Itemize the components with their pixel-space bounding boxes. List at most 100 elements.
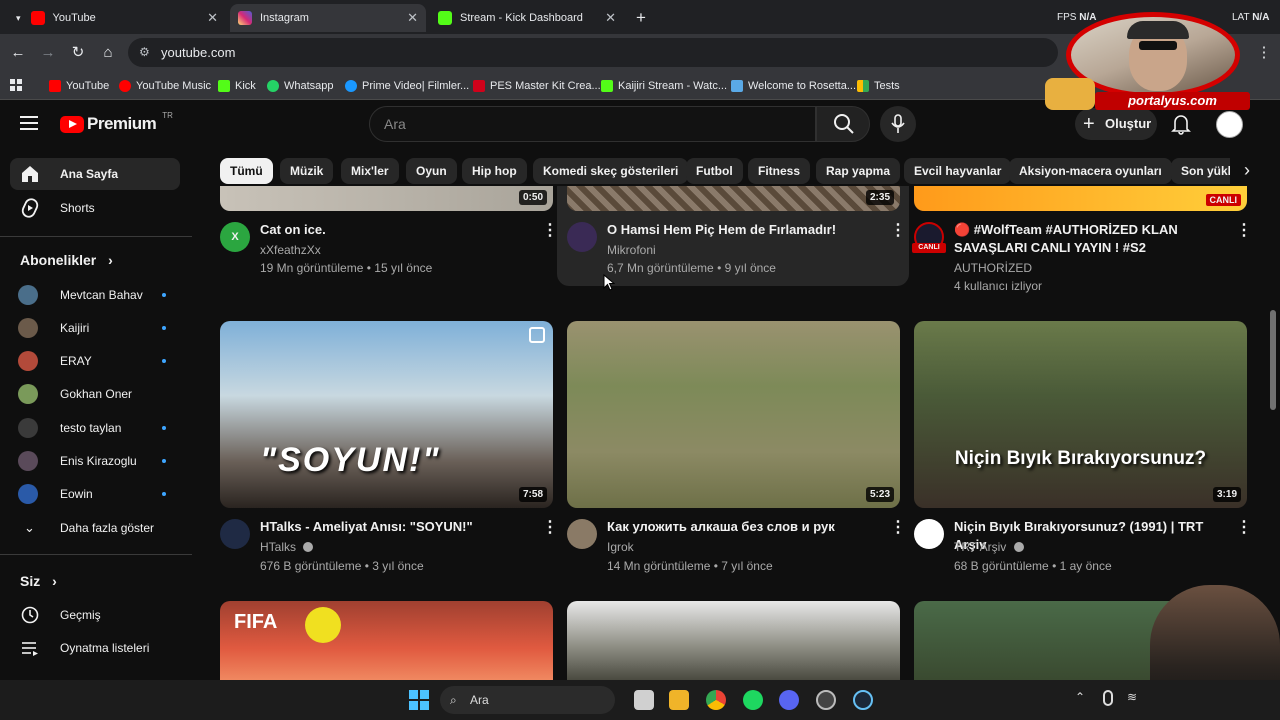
back-arrow-icon[interactable]: ← (8, 43, 28, 63)
bookmark-youtube-music[interactable]: YouTube Music (119, 77, 211, 95)
chip-gaming[interactable]: Oyun (406, 158, 457, 184)
video-title[interactable]: HTalks - Ameliyat Anısı: "SOYUN!" (260, 518, 530, 536)
spotify-icon[interactable] (743, 690, 763, 710)
close-tab-icon[interactable]: ✕ (407, 10, 418, 26)
tab-instagram[interactable]: Instagram ✕ (230, 4, 426, 32)
channel-name-verified[interactable]: TRT Arşiv (954, 540, 1024, 554)
sidebar-item-history[interactable]: Geçmiş (10, 599, 180, 631)
chip-mixes[interactable]: Mix'ler (341, 158, 399, 184)
video-thumbnail[interactable]: 5:23 (567, 321, 900, 508)
bookmark-kick[interactable]: Kick (218, 77, 256, 95)
taskbar-search[interactable]: ⌕ Ara (440, 686, 615, 714)
task-view-icon[interactable] (634, 690, 654, 710)
channel-avatar[interactable] (220, 519, 250, 549)
windows-start-icon[interactable] (409, 690, 429, 710)
new-tab-plus-icon[interactable]: + (630, 7, 652, 29)
video-thumbnail[interactable] (567, 601, 900, 680)
chip-fitness[interactable]: Fitness (748, 158, 811, 184)
tray-chevron-up-icon[interactable]: ⌃ (1075, 690, 1085, 704)
sidebar-sub-eray[interactable]: ERAY (10, 345, 180, 377)
bookmark-pes-master[interactable]: PES Master Kit Crea... (473, 77, 601, 95)
close-tab-icon[interactable]: ✕ (605, 10, 616, 26)
bookmark-youtube[interactable]: YouTube (49, 77, 109, 95)
video-thumbnail[interactable]: 2:35 (567, 186, 900, 211)
chips-next-chevron-icon[interactable]: › (1230, 158, 1264, 184)
you-header[interactable]: Siz › (20, 573, 57, 589)
microphone-tray-icon[interactable] (1103, 690, 1113, 706)
channel-name[interactable]: Mikrofoni (607, 243, 656, 257)
channel-avatar[interactable] (567, 222, 597, 252)
channel-avatar-live[interactable]: CANLI (912, 222, 946, 253)
discord-icon[interactable] (779, 690, 799, 710)
video-more-options-icon[interactable]: ⋮ (1236, 223, 1252, 239)
file-explorer-icon[interactable] (669, 690, 689, 710)
subscriptions-header[interactable]: Abonelikler › (20, 252, 113, 268)
channel-name-verified[interactable]: HTalks (260, 540, 314, 554)
chip-football[interactable]: Futbol (686, 158, 743, 184)
sidebar-sub-testo-taylan[interactable]: testo taylan (10, 412, 180, 444)
steam-icon[interactable] (853, 690, 873, 710)
channel-avatar[interactable] (567, 519, 597, 549)
video-more-options-icon[interactable]: ⋮ (1236, 520, 1252, 536)
chip-all[interactable]: Tümü (220, 158, 273, 184)
sidebar-sub-kaijiri[interactable]: Kaijiri (10, 312, 180, 344)
video-more-options-icon[interactable]: ⋮ (542, 223, 558, 239)
sidebar-sub-mevtcan-bahav[interactable]: Mevtcan Bahav (10, 279, 180, 311)
sidebar-item-shorts[interactable]: Shorts (10, 192, 180, 224)
voice-search-button[interactable] (880, 106, 916, 142)
url-omnibox[interactable]: ⚙ youtube.com (128, 38, 1058, 67)
channel-avatar[interactable] (914, 519, 944, 549)
video-title[interactable]: 🔴 #WolfTeam #AUTHORİZED KLAN SAVAŞLARI C… (954, 221, 1224, 257)
channel-name[interactable]: xXfeathzXx (260, 243, 321, 257)
bookmark-rosetta[interactable]: Welcome to Rosetta... (731, 77, 856, 95)
video-more-options-icon[interactable]: ⋮ (542, 520, 558, 536)
site-settings-icon[interactable]: ⚙ (139, 38, 150, 67)
tab-kick-dashboard[interactable]: Stream - Kick Dashboard ✕ (430, 4, 624, 32)
hamburger-menu-icon[interactable] (20, 116, 38, 130)
chip-action-adventure[interactable]: Aksiyon-macera oyunları (1009, 158, 1172, 184)
video-thumbnail[interactable]: 0:50 (220, 186, 553, 211)
account-avatar[interactable] (1216, 111, 1243, 138)
video-thumbnail[interactable]: "SOYUN!" 7:58 (220, 321, 553, 508)
youtube-premium-logo[interactable]: Premium TR (60, 111, 173, 134)
tab-youtube[interactable]: ▾ YouTube ✕ (8, 4, 226, 32)
obs-icon[interactable] (816, 690, 836, 710)
notifications-bell-icon[interactable] (1171, 113, 1191, 135)
video-thumbnail[interactable]: Niçin Bıyık Bırakıyorsunuz? 3:19 (914, 321, 1247, 508)
chip-rap[interactable]: Rap yapma (816, 158, 901, 184)
video-more-options-icon[interactable]: ⋮ (890, 223, 906, 239)
channel-name[interactable]: Igrok (607, 540, 634, 554)
video-title[interactable]: Cat on ice. (260, 221, 520, 239)
home-icon[interactable]: ⌂ (98, 43, 118, 63)
chip-music[interactable]: Müzik (280, 158, 334, 184)
video-thumbnail[interactable]: FIFA (220, 601, 553, 680)
bookmark-prime-video[interactable]: Prime Video| Filmler... (345, 77, 469, 95)
channel-avatar[interactable]: X (220, 222, 250, 252)
search-button[interactable] (816, 106, 870, 142)
chip-hip-hop[interactable]: Hip hop (462, 158, 527, 184)
create-button[interactable]: + Oluştur (1075, 108, 1157, 140)
search-input[interactable]: Ara (369, 106, 816, 142)
sidebar-sub-eowin[interactable]: Eowin (10, 478, 180, 510)
video-more-options-icon[interactable]: ⋮ (890, 520, 906, 536)
wifi-icon[interactable]: ≋ (1127, 690, 1137, 704)
video-title[interactable]: Как уложить алкаша без слов и рук (607, 518, 877, 536)
scrollbar-thumb[interactable] (1270, 310, 1276, 410)
sidebar-item-playlists[interactable]: Oynatma listeleri (10, 632, 180, 664)
reload-icon[interactable]: ↻ (68, 43, 88, 63)
sidebar-sub-gokhan-oner[interactable]: Gokhan Oner (10, 378, 180, 410)
forward-arrow-icon[interactable]: → (38, 43, 58, 63)
channel-name[interactable]: AUTHORİZED (954, 261, 1032, 275)
close-tab-icon[interactable]: ✕ (207, 10, 218, 26)
sidebar-show-more[interactable]: ⌄ Daha fazla göster (10, 512, 180, 544)
bookmark-kaijiri-stream[interactable]: Kaijiri Stream - Watc... (601, 77, 727, 95)
bookmark-tests[interactable]: Tests (857, 77, 900, 95)
chip-comedy-sketches[interactable]: Komedi skeç gösterileri (533, 158, 689, 184)
chip-pets[interactable]: Evcil hayvanlar (904, 158, 1012, 184)
page-scrollbar[interactable] (1268, 104, 1278, 680)
bookmark-whatsapp[interactable]: Whatsapp (267, 77, 334, 95)
browser-menu-icon[interactable]: ⋮ (1254, 43, 1274, 63)
apps-grid-icon[interactable] (10, 79, 22, 91)
tab-list-icon[interactable]: ▾ (16, 13, 21, 24)
sidebar-item-home[interactable]: Ana Sayfa (10, 158, 180, 190)
